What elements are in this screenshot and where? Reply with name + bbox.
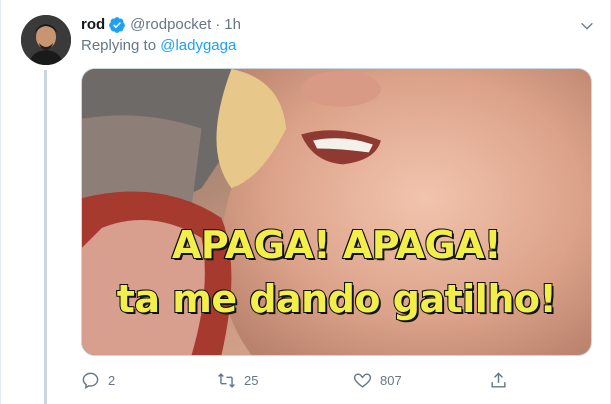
avatar[interactable] <box>21 15 71 65</box>
replying-prefix: Replying to <box>81 37 157 54</box>
reply-button[interactable]: 2 <box>81 371 217 390</box>
separator-dot: · <box>215 16 221 33</box>
author-handle[interactable]: @rodpocket <box>130 15 211 35</box>
like-button[interactable]: 807 <box>353 371 489 390</box>
author-name[interactable]: rod <box>81 15 105 35</box>
media-caption-line-1: APAGA! APAGA! <box>171 222 502 268</box>
tweet-timestamp[interactable]: 1h <box>224 15 241 35</box>
retweet-count: 25 <box>244 372 259 388</box>
like-icon <box>353 372 372 388</box>
tweet-actions: 2 25 807 <box>81 368 521 392</box>
retweet-icon <box>218 372 235 388</box>
replying-to-link[interactable]: @ladygaga <box>160 37 236 54</box>
retweet-button[interactable]: 25 <box>217 371 353 390</box>
chevron-down-icon[interactable] <box>576 15 598 37</box>
tweet-card[interactable]: rod @rodpocket · 1h Replying to @ladygag… <box>0 0 611 404</box>
tweet-header: rod @rodpocket · 1h <box>81 15 241 35</box>
share-icon <box>491 371 506 388</box>
like-count: 807 <box>380 372 402 388</box>
tweet-media-image[interactable]: APAGA! APAGA! ta me dando gatilho! <box>81 68 592 356</box>
share-button[interactable] <box>489 371 519 390</box>
verified-badge-icon <box>108 16 126 34</box>
reply-count: 2 <box>108 372 116 388</box>
thread-line <box>44 70 47 404</box>
media-caption-line-2: ta me dando gatilho! <box>116 276 558 322</box>
reply-icon <box>82 372 99 389</box>
replying-to: Replying to @ladygaga <box>81 37 236 54</box>
